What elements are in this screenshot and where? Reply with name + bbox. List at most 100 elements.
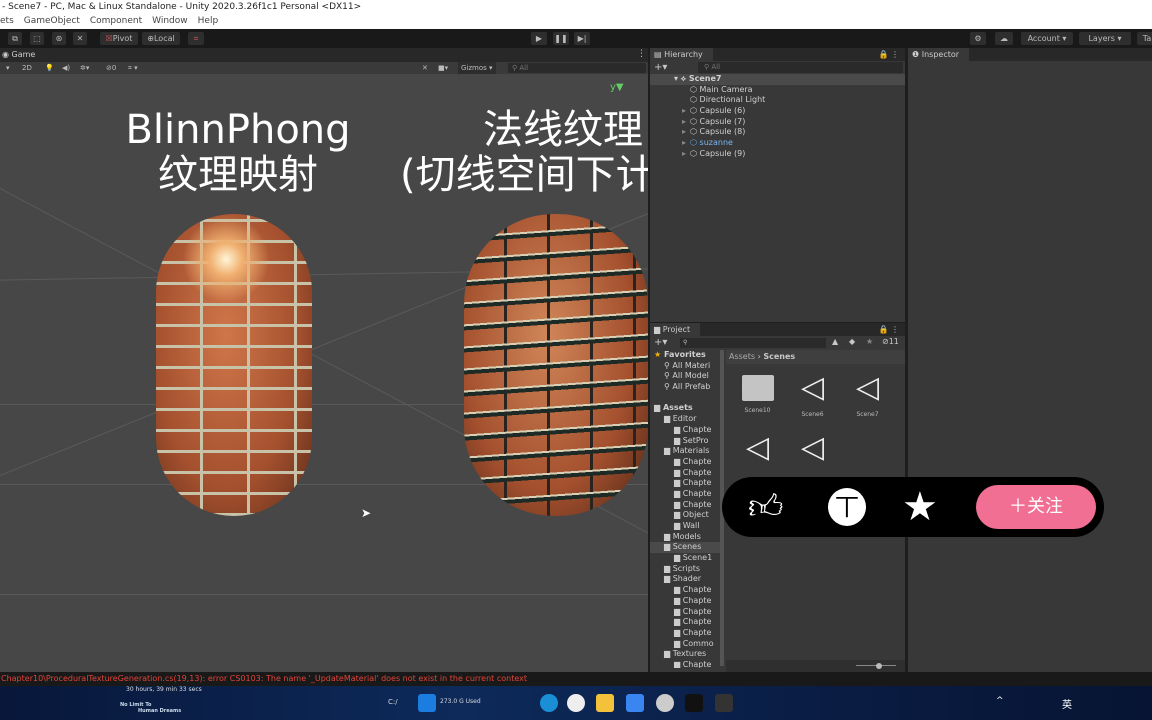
expand-arrow-icon[interactable]: ▸ bbox=[682, 149, 690, 160]
project-tree-item[interactable]: ▆ Scripts bbox=[650, 564, 720, 575]
custom-tool-icon[interactable]: ✕ bbox=[73, 32, 87, 45]
menu-component[interactable]: Component bbox=[90, 14, 142, 29]
step-button[interactable]: ▶| bbox=[574, 32, 590, 45]
edge-icon[interactable] bbox=[540, 694, 558, 712]
project-tree-item[interactable]: ★ Favorites bbox=[650, 350, 720, 361]
tab-inspector[interactable]: ❶ Inspector bbox=[908, 48, 1152, 61]
axis-gizmo-icon[interactable]: y▼ bbox=[610, 82, 624, 93]
like-icon[interactable]: 👍︎ bbox=[748, 487, 784, 527]
project-tree-item[interactable]: ⚲ All Model bbox=[650, 371, 720, 382]
display-dropdown[interactable]: ▾ bbox=[6, 62, 10, 74]
project-tree-item[interactable]: ⚲ All Materi bbox=[650, 361, 720, 372]
project-tree-item[interactable]: ⚲ All Prefab bbox=[650, 382, 720, 393]
project-tree-item[interactable]: ▆ Chapte bbox=[650, 457, 720, 468]
hierarchy-item[interactable]: ▸ ⬡ Capsule (7) bbox=[650, 117, 905, 128]
asset-item[interactable]: ◁ Scene6 bbox=[785, 371, 840, 419]
hierarchy-search-input[interactable]: ⚲ All bbox=[698, 62, 903, 73]
zoom-slider[interactable] bbox=[726, 660, 905, 672]
console-error[interactable]: Chapter10\ProceduralTextureGeneration.cs… bbox=[0, 672, 1152, 686]
toggle-2d[interactable]: 2D bbox=[22, 62, 32, 74]
breadcrumb-scenes[interactable]: Scenes bbox=[763, 352, 795, 361]
menu-assets[interactable]: ets bbox=[0, 14, 14, 29]
pivot-toggle[interactable]: ☒Pivot bbox=[100, 32, 138, 45]
star-icon[interactable]: ★ bbox=[902, 483, 938, 531]
expand-arrow-icon[interactable]: ▸ bbox=[682, 127, 690, 138]
hidden-objects-toggle[interactable]: ⊘0 bbox=[106, 62, 116, 74]
gizmos-dropdown[interactable]: Gizmos ▾ bbox=[458, 62, 496, 74]
scene-search-input[interactable]: ⚲ All bbox=[508, 63, 646, 73]
hierarchy-item[interactable]: ▸ ⬡ Capsule (6) bbox=[650, 106, 905, 117]
file-explorer-icon[interactable] bbox=[596, 694, 614, 712]
start-icon[interactable] bbox=[418, 694, 436, 712]
project-tree-item[interactable] bbox=[650, 393, 720, 404]
filter-type-icon[interactable]: ▲ bbox=[832, 337, 838, 346]
tab-project[interactable]: ▆ Project 🔒 ⋮ bbox=[650, 323, 905, 336]
project-tree-item[interactable]: ▆ Chapte bbox=[650, 628, 720, 639]
project-tree-item[interactable]: ▆ Chapte bbox=[650, 585, 720, 596]
rect-tool-icon[interactable]: ⧉ bbox=[8, 32, 22, 45]
asset-item[interactable]: ◁ bbox=[785, 431, 840, 471]
project-search-input[interactable]: ⚲ bbox=[680, 338, 826, 348]
hidden-packages-toggle[interactable]: ⊘11 bbox=[882, 337, 899, 346]
project-tree-item[interactable]: ▆ Chapte bbox=[650, 489, 720, 500]
project-tree-item[interactable]: ▆ Chapte bbox=[650, 500, 720, 511]
project-tree-item[interactable]: ▆ Commo bbox=[650, 639, 720, 650]
more-icon[interactable]: ⋮ bbox=[637, 49, 646, 59]
asset-item[interactable]: ◁ bbox=[730, 431, 785, 471]
hierarchy-item[interactable]: ▸ ⬡ suzanne bbox=[650, 138, 905, 149]
audio-icon[interactable]: ◀) bbox=[62, 62, 70, 74]
tray-chevron-icon[interactable]: ^ bbox=[996, 696, 1004, 706]
hierarchy-item[interactable]: ▸ ⬡ Capsule (8) bbox=[650, 127, 905, 138]
unity-hub-icon[interactable] bbox=[656, 694, 674, 712]
collab-icon[interactable]: ⚙ bbox=[970, 32, 986, 45]
project-tree-item[interactable]: ▆ Shader bbox=[650, 574, 720, 585]
menu-help[interactable]: Help bbox=[198, 14, 219, 29]
add-button[interactable]: +▾ bbox=[654, 62, 667, 73]
project-tree-item[interactable]: ▆ Scene1 bbox=[650, 553, 720, 564]
cloud-icon[interactable]: ☁ bbox=[995, 32, 1013, 45]
grid-icon[interactable]: ⌗ ▾ bbox=[128, 62, 138, 74]
tools-icon[interactable]: ✕ bbox=[422, 62, 428, 74]
transform-tool-icon[interactable]: ⊛ bbox=[52, 32, 66, 45]
ime-indicator[interactable]: 英 bbox=[1062, 696, 1072, 711]
menu-gameobject[interactable]: GameObject bbox=[24, 14, 80, 29]
camera-icon[interactable]: ■▾ bbox=[438, 62, 448, 74]
lock-icon[interactable]: 🔒 ⋮ bbox=[878, 323, 905, 336]
expand-arrow-icon[interactable]: ▸ bbox=[682, 138, 690, 149]
tab-hierarchy[interactable]: ▤ Hierarchy 🔒 ⋮ bbox=[650, 48, 905, 61]
favorite-icon[interactable]: ★ bbox=[866, 337, 873, 346]
project-tree-item[interactable]: ▆ Chapte bbox=[650, 425, 720, 436]
app-icon[interactable] bbox=[567, 694, 585, 712]
hierarchy-item[interactable]: ⬡ Main Camera bbox=[650, 85, 905, 96]
local-toggle[interactable]: ⊕Local bbox=[142, 32, 180, 45]
layers-dropdown[interactable]: Layers ▾ bbox=[1079, 32, 1131, 45]
effects-icon[interactable]: ✲▾ bbox=[80, 62, 89, 74]
project-tree-item[interactable]: ▆ Chapte bbox=[650, 468, 720, 479]
app-icon[interactable] bbox=[715, 694, 733, 712]
project-tree-item[interactable]: ▆ Assets bbox=[650, 403, 720, 414]
asset-item[interactable]: Scene10 bbox=[730, 371, 785, 414]
expand-arrow-icon[interactable]: ▸ bbox=[682, 117, 690, 128]
project-tree-item[interactable]: ▆ Models bbox=[650, 532, 720, 543]
play-button[interactable]: ▶ bbox=[531, 32, 547, 45]
grid-snap-icon[interactable]: ⌗ bbox=[188, 32, 204, 45]
lighting-icon[interactable]: 💡 bbox=[45, 62, 54, 74]
hierarchy-item[interactable]: ⬡ Directional Light bbox=[650, 95, 905, 106]
lock-icon[interactable]: 🔒 ⋮ bbox=[878, 48, 905, 61]
project-tree-item[interactable]: ▆ Scenes bbox=[650, 542, 720, 554]
project-tree-item[interactable]: ▆ Chapte bbox=[650, 478, 720, 489]
project-tree-item[interactable]: ▆ Textures bbox=[650, 649, 720, 660]
project-tree-item[interactable]: ▆ Materials bbox=[650, 446, 720, 457]
tab-game[interactable]: ◉ Game bbox=[0, 48, 35, 62]
project-tree-item[interactable]: ▆ Chapte bbox=[650, 660, 720, 668]
rect-transform-icon[interactable]: ⬚ bbox=[30, 32, 44, 45]
filter-label-icon[interactable]: ◆ bbox=[849, 337, 855, 346]
menu-window[interactable]: Window bbox=[152, 14, 188, 29]
project-tree-item[interactable]: ▆ Chapte bbox=[650, 596, 720, 607]
pause-button[interactable]: ❚❚ bbox=[553, 32, 569, 45]
project-tree-item[interactable]: ▆ Object bbox=[650, 510, 720, 521]
breadcrumb-assets[interactable]: Assets bbox=[729, 352, 755, 361]
project-tree-item[interactable]: ▆ Chapte bbox=[650, 607, 720, 618]
layout-dropdown[interactable]: Ta bbox=[1137, 32, 1152, 45]
account-dropdown[interactable]: Account ▾ bbox=[1021, 32, 1073, 45]
